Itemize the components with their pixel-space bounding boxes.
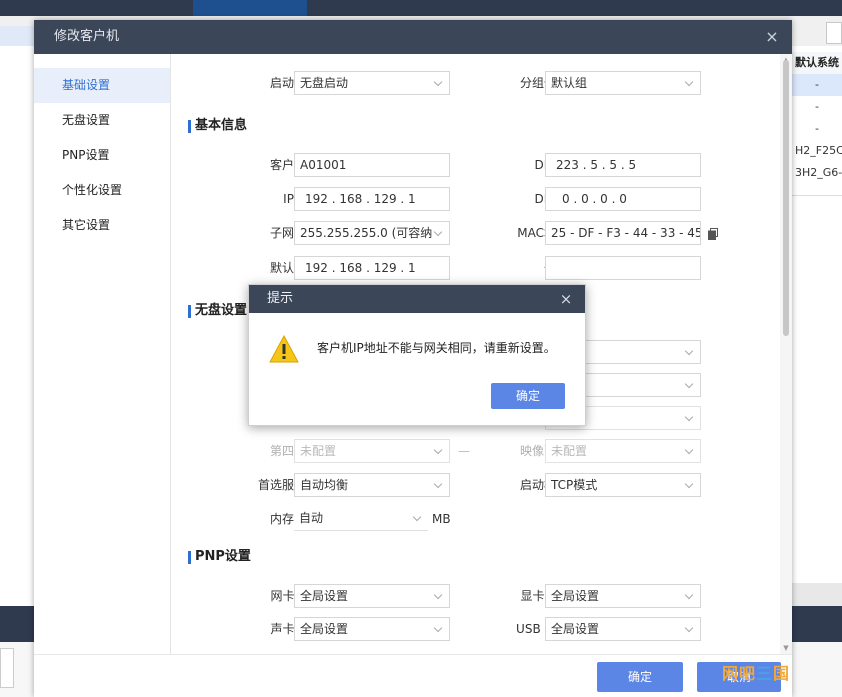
warning-icon <box>269 335 299 363</box>
nav-item-pnp[interactable]: PNP设置 <box>34 138 170 173</box>
bg-search-input[interactable] <box>826 22 842 44</box>
image-config-select[interactable]: 未配置 <box>545 439 701 463</box>
table-row[interactable]: - <box>792 96 842 118</box>
ok-button[interactable]: 确定 <box>597 662 683 692</box>
mac-input[interactable]: 25 - DF - F3 - 44 - 33 - 45 <box>545 221 701 245</box>
bg-selected-row-strip <box>0 26 34 46</box>
boot-protocol-select[interactable]: TCP模式 <box>545 473 701 497</box>
settings-nav: 基础设置 无盘设置 PNP设置 个性化设置 其它设置 <box>34 54 171 654</box>
ip-input[interactable]: 192 . 168 . 129 . 1 <box>294 187 450 211</box>
nic-pnp-select[interactable]: 全局设置 <box>294 584 450 608</box>
section-title-diskless: 无盘设置 <box>188 301 247 321</box>
preferred-server-select[interactable]: 自动均衡 <box>294 473 450 497</box>
usb-pnp-select[interactable]: 全局设置 <box>545 617 701 641</box>
dialog-header: 修改客户机 × <box>34 20 792 54</box>
memory-writeback-select[interactable]: 自动 <box>294 507 428 531</box>
watermark-logo: 网吧三国 <box>722 660 790 684</box>
note-input[interactable] <box>545 256 701 280</box>
warning-dialog: 提示 × 客户机IP地址不能与网关相同，请重新设置。 确定 <box>248 284 586 426</box>
warning-message: 客户机IP地址不能与网关相同，请重新设置。 <box>317 341 556 355</box>
scroll-thumb[interactable] <box>783 60 789 336</box>
section-title-basic: 基本信息 <box>188 116 247 136</box>
watermark-text: 国 <box>773 664 791 683</box>
watermark-text: 网吧 <box>722 664 757 683</box>
section-title-pnp: PNP设置 <box>188 547 251 567</box>
dns1-input[interactable]: 223 . 5 . 5 . 5 <box>545 153 701 177</box>
close-icon[interactable]: × <box>557 285 575 313</box>
fourth-image-select[interactable]: 未配置 <box>294 439 450 463</box>
scroll-down-icon[interactable]: ▼ <box>782 644 790 652</box>
subnet-mask-select[interactable]: 255.255.255.0 (可容纳 <box>294 221 450 245</box>
nav-item-personalization[interactable]: 个性化设置 <box>34 173 170 208</box>
watermark-text: 三 <box>756 664 774 683</box>
warning-dialog-header: 提示 × <box>249 285 585 313</box>
client-name-input[interactable]: A01001 <box>294 153 450 177</box>
close-icon[interactable]: × <box>762 20 782 54</box>
bg-client-table: 默认系统 - - - H2_F25C 3H2_G6- <box>792 52 842 592</box>
bg-bottom-box <box>0 648 14 688</box>
table-row[interactable]: - <box>792 74 842 96</box>
memory-unit: MB <box>432 512 451 526</box>
dialog-title: 修改客户机 <box>54 29 120 44</box>
warning-dialog-title: 提示 <box>267 291 294 306</box>
boot-mode-select[interactable]: 无盘启动 <box>294 71 450 95</box>
bg-active-tab <box>193 0 307 16</box>
copy-icon[interactable] <box>708 228 718 240</box>
group-select[interactable]: 默认组 <box>545 71 701 95</box>
table-header: 默认系统 <box>792 52 842 74</box>
warning-ok-button[interactable]: 确定 <box>491 383 565 409</box>
table-row[interactable]: H2_F25C <box>792 140 842 162</box>
table-row[interactable]: - <box>792 118 842 140</box>
gateway-input[interactable]: 192 . 168 . 129 . 1 <box>294 256 450 280</box>
dns2-input[interactable]: 0 . 0 . 0 . 0 <box>545 187 701 211</box>
audio-pnp-select[interactable]: 全局设置 <box>294 617 450 641</box>
nav-item-other[interactable]: 其它设置 <box>34 208 170 243</box>
bg-scroll-area <box>792 583 842 607</box>
dialog-footer: 确定 取消 <box>34 654 792 697</box>
content-scrollbar[interactable]: ▲ ▼ <box>780 54 792 654</box>
table-row[interactable]: 3H2_G6- <box>792 162 842 184</box>
nav-item-diskless[interactable]: 无盘设置 <box>34 103 170 138</box>
bg-top-bar <box>0 0 842 16</box>
bg-divider <box>792 195 842 196</box>
gpu-pnp-select[interactable]: 全局设置 <box>545 584 701 608</box>
nav-item-basic[interactable]: 基础设置 <box>34 68 170 103</box>
